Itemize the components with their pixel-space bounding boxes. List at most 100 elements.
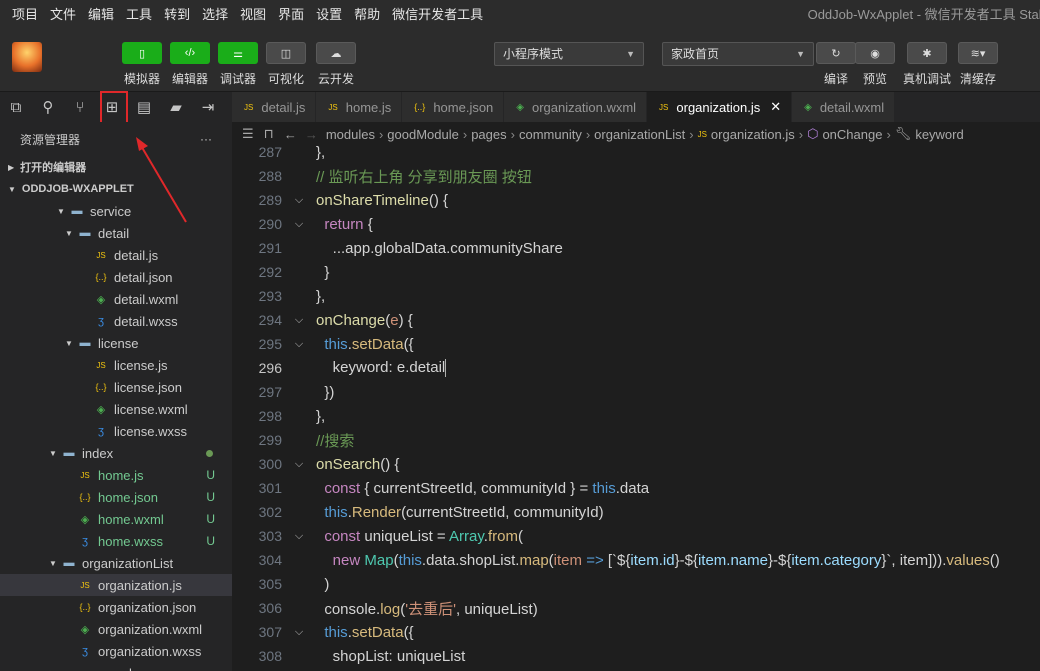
tree-file[interactable]: ◈ license.wxml (0, 398, 232, 420)
menu-view[interactable]: 视图 (234, 0, 272, 30)
tree-file[interactable]: {..} detail.json (0, 266, 232, 288)
code-line: 290 ⌵ return { (232, 212, 1040, 236)
menu-wechat-devtools[interactable]: 微信开发者工具 (386, 0, 489, 30)
clear-cache-button[interactable]: ≋▾ 清缓存 (956, 42, 1000, 87)
tree-file[interactable]: ʒ home.wxss U (0, 530, 232, 552)
fold-chevron-icon[interactable]: ⌵ (282, 218, 316, 231)
editor-button[interactable]: ‹/› 编辑器 (168, 42, 212, 87)
editor-tab[interactable]: JS home.js (316, 92, 403, 122)
tree-item-label: home.js (98, 467, 144, 483)
fold-chevron-icon[interactable]: ⌵ (282, 626, 316, 639)
code-line: 300 ⌵ onSearch() { (232, 452, 1040, 476)
tree-file[interactable]: {..} organization.json (0, 596, 232, 618)
close-icon[interactable]: ✕ (770, 99, 781, 115)
code-token: { currentStreetId, communityId } = (360, 479, 593, 497)
code-text: } (316, 264, 329, 281)
code-token: // 监听右上角 分享到朋友圈 按钮 (316, 168, 532, 186)
source-control-icon[interactable]: ⑂ (64, 92, 96, 122)
tree-folder[interactable]: ▼ ▬ index (0, 442, 232, 464)
code-text: const { currentStreetId, communityId } =… (316, 480, 649, 497)
code-token: }, (316, 143, 326, 161)
code-token: } (316, 263, 330, 281)
menu-help[interactable]: 帮助 (348, 0, 386, 30)
tree-folder[interactable]: ▶▬personal (0, 662, 232, 671)
tree-file[interactable]: {..} license.json (0, 376, 232, 398)
code-token: const (324, 479, 361, 497)
code-token: Map (364, 551, 394, 569)
search-icon[interactable]: ⚲ (32, 92, 64, 122)
tree-file[interactable]: {..} home.json U (0, 486, 232, 508)
code-line: 292 } (232, 260, 1040, 284)
tree-file[interactable]: ʒ license.wxss (0, 420, 232, 442)
fold-chevron-icon[interactable]: ⌵ (282, 314, 316, 327)
fold-chevron-icon[interactable]: ⌵ (282, 338, 316, 351)
menu-interface[interactable]: 界面 (272, 0, 310, 30)
tree-item-label: detail.js (114, 247, 159, 263)
wxml-file-icon: ◈ (80, 623, 90, 636)
tree-file[interactable]: JS organization.js (0, 574, 232, 596)
fold-chevron-icon[interactable]: ⌵ (282, 530, 316, 543)
window-title: OddJob-WxApplet - 微信开发者工具 Stab (807, 7, 1040, 22)
line-number: 306 (258, 600, 282, 616)
menu-goto[interactable]: 转到 (158, 0, 196, 30)
tree-file[interactable]: ◈ detail.wxml (0, 288, 232, 310)
preview-button[interactable]: ◉ 预览 (853, 42, 897, 87)
menu-edit[interactable]: 编辑 (82, 0, 120, 30)
editor-tab[interactable]: ◈ detail.wxml (792, 92, 896, 122)
tree-item-label: organization.json (98, 599, 197, 615)
code-token: from (487, 527, 518, 545)
editor-tab[interactable]: JS detail.js (232, 92, 317, 122)
open-editors-section[interactable]: ▶ 打开的编辑器 (0, 156, 232, 178)
tree-file[interactable]: ◈ home.wxml U (0, 508, 232, 530)
visual-button[interactable]: ◫ 可视化 (264, 42, 308, 87)
editor-tab[interactable]: {..} home.json (402, 92, 505, 122)
mode-select[interactable]: 小程序模式 ▼ (494, 42, 644, 66)
tree-file[interactable]: ʒ organization.wxss (0, 640, 232, 662)
fold-chevron-icon[interactable]: ⌵ (282, 458, 316, 471)
compile-button[interactable]: ↻ 编译 (814, 42, 858, 87)
wxml-file-icon: ◈ (804, 101, 812, 113)
tree-item-label: organization.js (98, 577, 182, 593)
outline-icon[interactable]: ▤ (128, 92, 160, 122)
menu-settings[interactable]: 设置 (310, 0, 348, 30)
code-token: item.name (697, 551, 768, 569)
remote-debug-button[interactable]: ✱ 真机调试 (903, 42, 951, 87)
tree-file[interactable]: JS home.js U (0, 464, 232, 486)
menu-tools[interactable]: 工具 (120, 0, 158, 30)
chevron-down-icon: ▼ (796, 49, 805, 59)
debugger-button[interactable]: ⚌ 调试器 (216, 42, 260, 87)
explorer-icon[interactable]: ⧉ (0, 92, 32, 122)
menu-file[interactable]: 文件 (44, 0, 82, 30)
code-text: this.Render(currentStreetId, communityId… (316, 504, 603, 521)
tree-file[interactable]: ʒ detail.wxss (0, 310, 232, 332)
editor-tab[interactable]: JS organization.js ✕ (647, 92, 793, 122)
tree-folder[interactable]: ▼ ▬ license (0, 332, 232, 354)
more-actions-icon[interactable]: ··· (200, 132, 212, 146)
code-token: .data.shopList. (421, 551, 520, 569)
menu-selection[interactable]: 选择 (196, 0, 234, 30)
fold-chevron-icon[interactable]: ⌵ (282, 194, 316, 207)
cloud-button[interactable]: ☁ 云开发 (314, 42, 358, 87)
tree-folder[interactable]: ▼ ▬ organizationList (0, 552, 232, 574)
editor-tab[interactable]: ◈ organization.wxml (504, 92, 648, 122)
code-text: return { (316, 216, 372, 233)
panel-toggle-icon[interactable]: ⇥ (192, 92, 224, 122)
code-area[interactable]: 287}, 288// 监听右上角 分享到朋友圈 按钮 289 ⌵ onShareTim… (232, 140, 1040, 671)
tree-file[interactable]: JS detail.js (0, 244, 232, 266)
code-text: this.setData({ (316, 336, 413, 353)
simulator-button[interactable]: ▯ 模拟器 (120, 42, 164, 87)
avatar[interactable] (12, 42, 42, 72)
code-token: item.category (791, 551, 882, 569)
code-text: }, (316, 408, 325, 425)
tree-folder[interactable]: ▼ ▬ detail (0, 222, 232, 244)
page-select[interactable]: 家政首页 ▼ (662, 42, 814, 66)
tree-file[interactable]: JS license.js (0, 354, 232, 376)
tree-folder[interactable]: ▼ ▬ service (0, 200, 232, 222)
code-line: 288 // 监听右上角 分享到朋友圈 按钮 (232, 164, 1040, 188)
tree-file[interactable]: ◈ organization.wxml (0, 618, 232, 640)
compile-label: 编译 (823, 72, 848, 86)
project-section[interactable]: ▼ ODDJOB-WXAPPLET (0, 178, 232, 200)
folder-icon: ▬ (79, 227, 91, 239)
docker-icon[interactable]: ▰ (160, 92, 192, 122)
menu-project[interactable]: 项目 (0, 0, 44, 30)
